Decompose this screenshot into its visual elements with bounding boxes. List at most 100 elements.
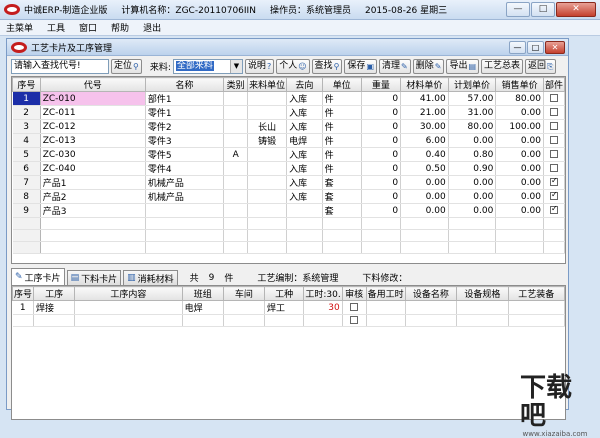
tab-materials[interactable]: ▥ 消耗材料 — [123, 270, 178, 285]
table-cell[interactable]: 0 — [361, 175, 402, 190]
menu-help[interactable]: 帮助 — [111, 21, 129, 34]
table-cell[interactable]: 零件5 — [145, 147, 225, 162]
col-header-material-price[interactable]: 材料单价 — [400, 77, 449, 92]
table-cell[interactable] — [247, 203, 288, 218]
table-cell[interactable]: 入库 — [286, 147, 323, 162]
table-cell[interactable]: 0.00 — [448, 203, 497, 218]
table-cell[interactable]: 2 — [12, 105, 41, 120]
table-cell[interactable]: 产品1 — [40, 175, 146, 190]
table-cell[interactable]: 1 — [12, 91, 41, 106]
table-cell[interactable]: 套 — [322, 203, 362, 218]
table-cell[interactable]: 31.00 — [448, 105, 497, 120]
table-cell[interactable]: 入库 — [286, 161, 323, 176]
locate-button[interactable]: 定位 ⚲ — [111, 58, 142, 74]
table-row[interactable]: 5 ZC-030 零件5 A 入库件 0 0.40 0.80 0.00 — [12, 147, 565, 162]
table-cell[interactable]: 入库 — [286, 189, 323, 204]
clear-button[interactable]: 清理 ✎ — [379, 58, 411, 74]
table-cell[interactable]: ZC-040 — [40, 161, 146, 176]
p-col-review[interactable]: 审核 — [341, 286, 367, 301]
table-cell[interactable] — [12, 314, 35, 327]
table-cell[interactable] — [182, 314, 224, 327]
table-cell[interactable]: 套 — [322, 189, 362, 204]
table-cell[interactable]: 件 — [322, 119, 362, 134]
table-cell[interactable] — [286, 203, 323, 218]
col-header-destination[interactable]: 去向 — [286, 77, 323, 92]
table-cell[interactable]: 0.40 — [400, 147, 449, 162]
col-header-index[interactable]: 序号 — [12, 77, 41, 92]
table-cell[interactable]: 产品2 — [40, 189, 146, 204]
review-checkbox[interactable] — [342, 300, 367, 315]
col-header-source-unit[interactable]: 来料单位 — [247, 77, 288, 92]
table-cell[interactable] — [247, 161, 288, 176]
child-close-button[interactable]: ✕ — [545, 41, 565, 54]
table-row[interactable]: 4 ZC-013 零件3 铸锻 电焊件 0 6.00 0.00 0.00 — [12, 133, 565, 148]
table-row[interactable]: 1 焊接 电焊 焊工 30 — [12, 300, 565, 315]
return-button[interactable]: 返回 ⎘ — [525, 58, 557, 74]
table-cell[interactable]: 零件3 — [145, 133, 225, 148]
col-header-weight[interactable]: 重量 — [360, 77, 402, 92]
table-cell[interactable] — [223, 119, 249, 134]
table-cell[interactable]: 0.00 — [495, 175, 544, 190]
table-cell[interactable]: 80.00 — [448, 119, 497, 134]
p-col-spare-hours[interactable]: 备用工时 — [365, 286, 406, 301]
table-cell[interactable]: 6 — [12, 161, 41, 176]
table-cell[interactable]: 零件4 — [145, 161, 225, 176]
table-cell[interactable]: 0 — [361, 147, 402, 162]
table-cell[interactable] — [303, 314, 343, 327]
table-cell[interactable]: 0 — [361, 161, 402, 176]
table-row[interactable]: 2 ZC-011 零件1 入库件 0 21.00 31.00 0.00 — [12, 105, 565, 120]
personal-button[interactable]: 个人 ☺ — [276, 58, 310, 74]
table-cell[interactable]: 0.90 — [448, 161, 497, 176]
table-cell[interactable]: 0.00 — [448, 133, 497, 148]
part-checkbox[interactable] — [543, 147, 565, 162]
table-cell[interactable]: 0.00 — [400, 203, 449, 218]
table-cell[interactable]: 机械产品 — [145, 189, 225, 204]
find-button[interactable]: 查找 ⚲ — [311, 58, 343, 74]
table-cell[interactable] — [247, 105, 288, 120]
checkbox-icon[interactable] — [549, 108, 558, 116]
table-cell[interactable] — [456, 300, 509, 315]
checkbox-icon[interactable] — [350, 303, 359, 311]
table-cell[interactable]: 57.00 — [448, 91, 497, 106]
table-cell[interactable] — [223, 175, 249, 190]
table-cell[interactable] — [74, 314, 183, 327]
child-minimize-button[interactable]: — — [509, 41, 526, 54]
table-cell[interactable]: 0.80 — [448, 147, 497, 162]
source-select[interactable]: 全部来料 ▼ — [172, 58, 243, 74]
p-col-hours[interactable]: 工时:30. — [303, 286, 343, 301]
table-cell[interactable]: ZC-010 — [40, 91, 146, 106]
table-row[interactable]: 9 产品3 套 0 0.00 0.00 0.00 — [12, 203, 565, 218]
table-cell[interactable]: 100.00 — [495, 119, 544, 134]
part-checkbox[interactable] — [543, 119, 565, 134]
table-cell[interactable]: 产品3 — [40, 203, 146, 218]
part-checkbox[interactable] — [543, 105, 565, 120]
chevron-down-icon[interactable]: ▼ — [229, 59, 242, 73]
table-cell[interactable]: 件 — [322, 147, 362, 162]
table-cell[interactable]: 4 — [12, 133, 41, 148]
delete-button[interactable]: 删除 ✎ — [412, 58, 445, 74]
checkbox-icon[interactable] — [549, 176, 558, 186]
table-cell[interactable] — [33, 314, 76, 327]
table-cell[interactable]: 电焊 — [286, 133, 323, 148]
table-cell[interactable]: 件 — [322, 161, 362, 176]
table-cell[interactable]: 0.00 — [400, 175, 449, 190]
table-cell[interactable]: 0.00 — [495, 105, 544, 120]
table-cell[interactable] — [508, 314, 565, 327]
table-row[interactable]: 3 ZC-012 零件2 长山 入库件 0 30.00 80.00 100.00 — [12, 119, 565, 134]
checkbox-icon[interactable] — [549, 136, 558, 144]
table-cell[interactable]: 1 — [12, 300, 35, 315]
table-cell[interactable]: ZC-012 — [40, 119, 146, 134]
table-cell[interactable]: 铸锻 — [247, 133, 288, 148]
part-checkbox[interactable] — [543, 203, 565, 218]
table-row[interactable] — [12, 314, 565, 327]
table-cell[interactable]: 入库 — [286, 175, 323, 190]
menu-window[interactable]: 窗口 — [79, 21, 97, 34]
parts-grid[interactable]: 序号 代号 名称 类别 来料单位 去向 单位 重量 材料单价 计划单价 销售单价… — [11, 76, 566, 264]
table-cell[interactable] — [223, 203, 249, 218]
table-row[interactable]: 8 产品2 机械产品 入库套 0 0.00 0.00 0.00 — [12, 189, 565, 204]
col-header-code[interactable]: 代号 — [39, 77, 146, 92]
checkbox-icon[interactable] — [549, 190, 558, 200]
p-col-index[interactable]: 序号 — [12, 286, 35, 301]
table-cell[interactable]: 5 — [12, 147, 41, 162]
checkbox-icon[interactable] — [549, 94, 558, 102]
